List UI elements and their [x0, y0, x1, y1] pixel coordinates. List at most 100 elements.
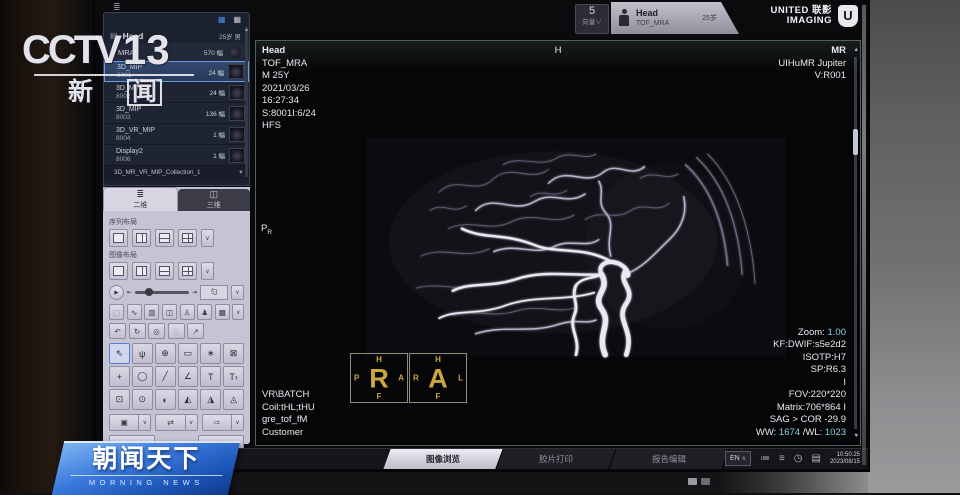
series-row[interactable]: Display2 8006 1 幅	[104, 145, 249, 166]
series-name: Display2	[116, 147, 213, 156]
magnifier-tool[interactable]: ⊙	[132, 389, 153, 410]
transfer-chevron[interactable]: ∨	[186, 414, 198, 431]
export-icon[interactable]: ↗	[187, 323, 204, 339]
skip-end-icon[interactable]: ⇥	[192, 289, 197, 296]
tab-film-print[interactable]: 胶片打印	[496, 449, 616, 469]
series-row[interactable]: 3D_VR_MIP 8004 1 幅	[104, 124, 249, 145]
img-layout-cols-button[interactable]	[132, 262, 151, 280]
pan-hand-tool[interactable]: ψ	[132, 343, 153, 364]
monitor-button	[688, 478, 697, 485]
layout-rows-button[interactable]	[155, 229, 174, 247]
img-layout-grid-button[interactable]	[178, 262, 197, 280]
magnify-box-tool[interactable]: ⊡	[109, 389, 130, 410]
target-icon[interactable]: ◎	[148, 323, 165, 339]
cctv-logo-text: CCTV	[22, 30, 119, 70]
text-annotation-tool[interactable]: T	[200, 366, 221, 387]
tab-3d[interactable]: ◫ 三维	[178, 189, 251, 211]
layout-cols-button[interactable]	[132, 229, 151, 247]
rotate-tool[interactable]: ◬	[223, 389, 244, 410]
language-switcher[interactable]: EN⇅	[725, 451, 751, 466]
sidebar-scrollbar[interactable]	[245, 27, 248, 177]
image-layout-label: 图像布局	[109, 250, 244, 260]
tab-2d[interactable]: ≣ 二维	[103, 187, 178, 211]
speed-chevron[interactable]: ∨	[231, 285, 244, 300]
img-layout-rows-button[interactable]	[155, 262, 174, 280]
cctv-channel-number: 13	[123, 30, 170, 70]
delete-region-tool[interactable]: ⊠	[223, 343, 244, 364]
speed-select[interactable]: 匀	[200, 285, 228, 300]
tool-compare-icon[interactable]: ◫	[162, 304, 177, 320]
angle-measure-tool[interactable]: ∠	[178, 366, 199, 387]
flip-vertical-tool[interactable]: ◮	[200, 389, 221, 410]
zoom-tool[interactable]: ⊕	[155, 343, 176, 364]
send-icon: ⇨	[202, 414, 232, 431]
image-info-bottom-left: VR\BATCH Coil:tHL;tHU gre_tof_fM Custome…	[262, 389, 315, 439]
layout-1x1-button[interactable]	[109, 229, 128, 247]
task-list-icon[interactable]: ≡	[779, 452, 785, 466]
transfer-icon: ⇄	[155, 414, 185, 431]
clock-icon[interactable]: ◷	[794, 452, 803, 466]
crosshair-tool[interactable]: +	[109, 366, 130, 387]
tool-rowA-chevron[interactable]: ∨	[232, 304, 244, 320]
queue-icon[interactable]: ≔	[760, 452, 770, 466]
report-icon[interactable]: ▯	[168, 323, 185, 339]
tool-window-icon[interactable]: ▢	[109, 304, 124, 320]
screen-edge-reflection	[862, 5, 866, 465]
layout-more-chevron[interactable]: ∨	[201, 229, 214, 247]
cctv-sub-xin: 新	[68, 79, 93, 106]
tool-curve-icon[interactable]: ∿	[127, 304, 142, 320]
slider-thumb[interactable]	[145, 288, 153, 296]
img-layout-1x1-button[interactable]	[109, 262, 128, 280]
window-width-value: 1674	[779, 427, 800, 438]
system-clock: 10:50:25 2023/08/15	[830, 452, 860, 466]
tab-report-edit[interactable]: 报告编辑	[609, 449, 729, 469]
send-combo[interactable]: ⇨ ∨	[202, 414, 244, 431]
layout-grid-icon[interactable]: ▦	[233, 15, 241, 28]
save-chevron[interactable]: ∨	[139, 414, 151, 431]
tool-body2-icon[interactable]: ♟	[197, 304, 212, 320]
invert-tool[interactable]: ◐	[155, 389, 176, 410]
study-count: 5	[576, 5, 608, 18]
viewport-scrollbar[interactable]	[854, 57, 857, 429]
scroll-up-icon[interactable]: ▲	[244, 27, 249, 33]
viewport-scroll-thumb[interactable]	[853, 129, 858, 155]
cctv-watermark: CCTV 13 新 闻	[22, 30, 232, 106]
img-layout-more-chevron[interactable]: ∨	[201, 262, 214, 280]
tool-histogram-icon[interactable]: ▥	[144, 304, 159, 320]
printer-icon[interactable]: ▤	[812, 452, 821, 466]
skip-start-icon[interactable]: ⇤	[127, 289, 132, 296]
collection-row[interactable]: 3D_MR_VR_MIP_Collection_1 ▼	[104, 166, 249, 179]
flip-horizontal-tool[interactable]: ◭	[178, 389, 199, 410]
tool-body-icon[interactable]: ♙	[180, 304, 195, 320]
layout-grid-icon-active[interactable]: ▦	[218, 15, 226, 28]
tab-3d-label: 三维	[207, 200, 221, 210]
undo-icon[interactable]: ↶	[109, 323, 126, 339]
cine-slider[interactable]	[135, 291, 189, 294]
system-date: 2023/08/15	[830, 459, 860, 466]
image-viewport[interactable]: Head TOF_MRA M 25Y 2021/03/26 16:27:34 S…	[255, 40, 861, 446]
cursor-tool[interactable]: ⇖	[109, 343, 130, 364]
ellipse-roi-tool[interactable]: ◯	[132, 366, 153, 387]
patient-tab[interactable]: Head TOF_MRA 25岁	[611, 2, 739, 34]
save-combo[interactable]: ▣ ∨	[109, 414, 151, 431]
tab-image-browse[interactable]: 图像浏览	[383, 449, 503, 469]
viewport-scroll-down-icon[interactable]: ▼	[854, 433, 859, 439]
enhance-tool[interactable]: ∗	[200, 343, 221, 364]
tool-gradient-icon[interactable]: ▩	[215, 304, 230, 320]
play-button[interactable]: ▶	[109, 285, 124, 300]
line-measure-tool[interactable]: ╱	[155, 366, 176, 387]
lang-arrows-icon: ⇅	[742, 456, 746, 462]
patient-icon	[619, 9, 629, 27]
study-count-dropdown[interactable]: 5 向量∨	[575, 4, 609, 34]
arrow-text-tool[interactable]: T›	[223, 366, 244, 387]
reset-icon[interactable]: ↻	[129, 323, 146, 339]
rect-select-tool[interactable]: ▭	[178, 343, 199, 364]
layout-grid-button[interactable]	[178, 229, 197, 247]
chevron-down-icon: ∨	[595, 19, 602, 26]
viewport-scroll-up-icon[interactable]: ▲	[854, 47, 859, 53]
send-chevron[interactable]: ∨	[232, 414, 244, 431]
scroll-down-icon[interactable]: ▼	[238, 170, 244, 176]
series-row[interactable]: 3D_MIP 8003 136 幅	[104, 103, 249, 124]
transfer-combo[interactable]: ⇄ ∨	[155, 414, 197, 431]
brand-line2: IMAGING	[770, 16, 832, 26]
